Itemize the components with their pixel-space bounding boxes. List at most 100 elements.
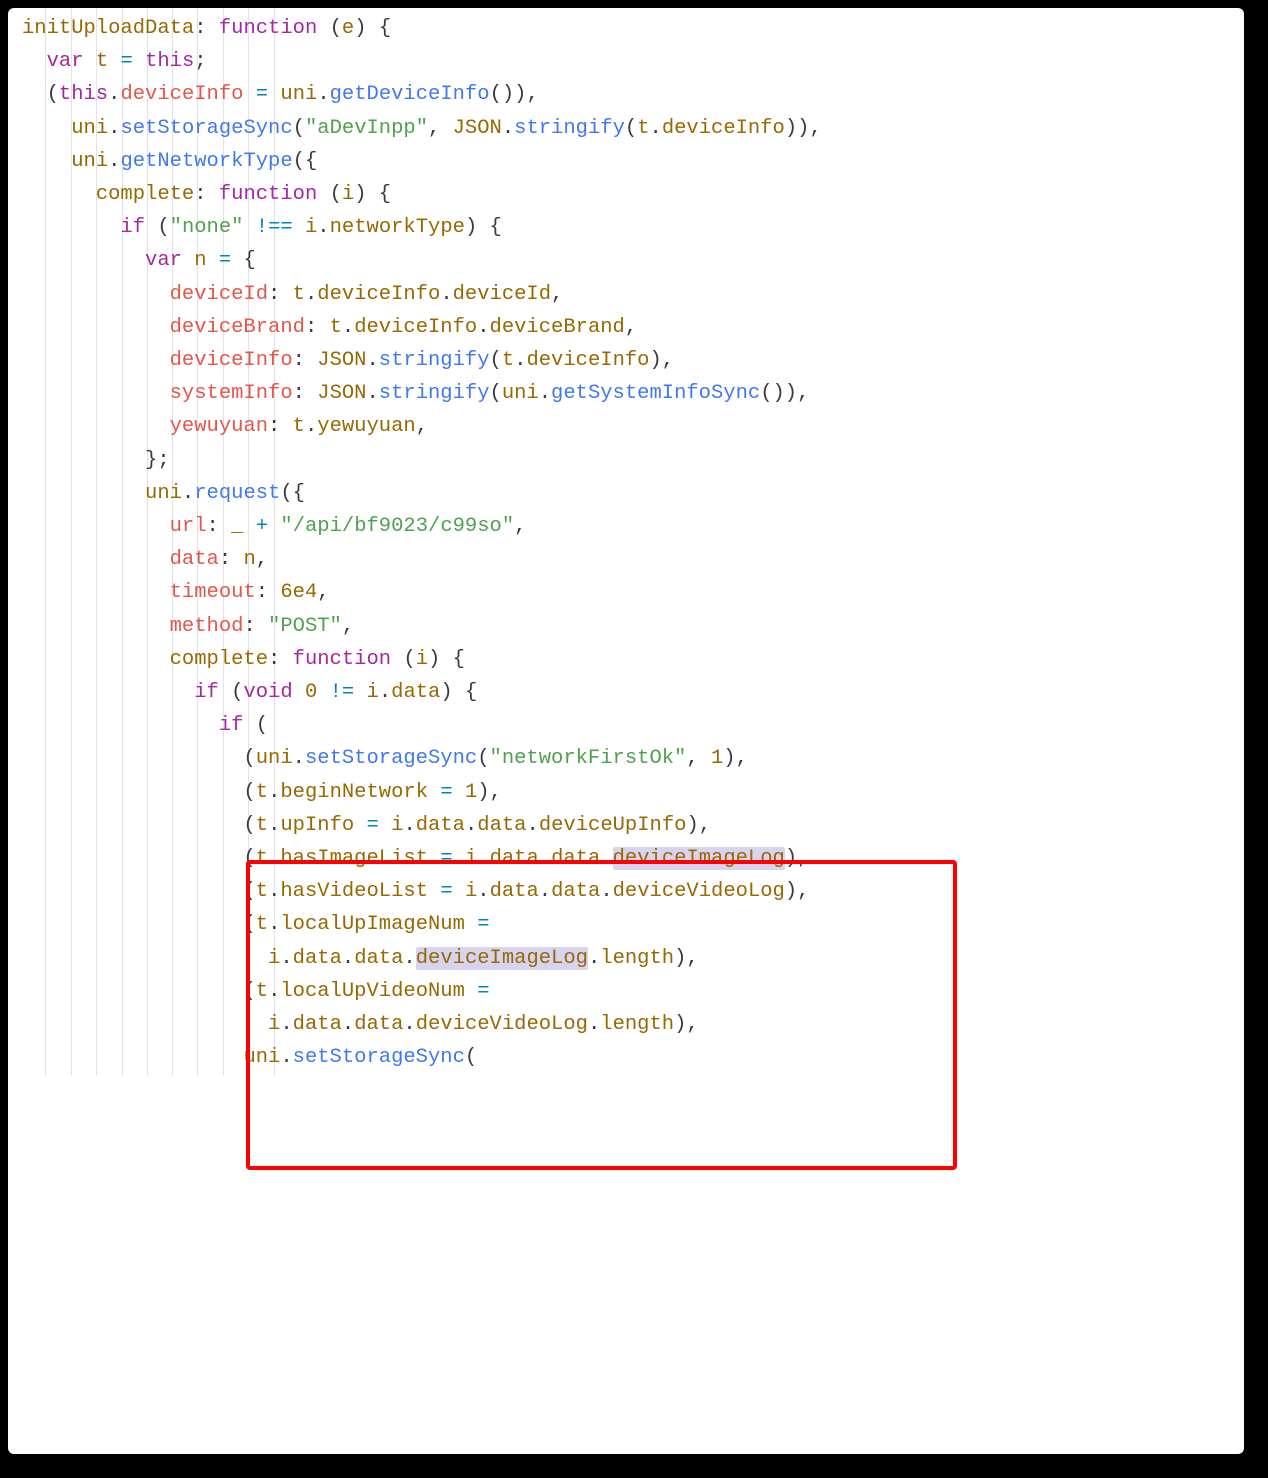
token-attr: deviceInfo — [662, 117, 785, 140]
code-line[interactable]: var n = { — [22, 244, 1236, 277]
token-pn: )), — [785, 117, 822, 140]
token-pn: ( — [22, 880, 256, 903]
code-line[interactable]: (t.hasImageList = i.data.data.deviceImag… — [22, 842, 1236, 875]
token-attr: data — [293, 947, 342, 970]
token-pn: . — [317, 83, 329, 106]
token-attr: t — [502, 349, 514, 372]
code-area[interactable]: initUploadData: function (e) { var t = t… — [8, 8, 1244, 1075]
token-attr: i — [367, 681, 379, 704]
token-pn — [22, 1013, 268, 1036]
token-prop: deviceBrand — [170, 316, 305, 339]
token-pn: ( — [490, 349, 502, 372]
token-pn — [428, 880, 440, 903]
token-attr: t — [256, 781, 268, 804]
token-pn: . — [366, 382, 378, 405]
token-pn — [293, 216, 305, 239]
token-kw: var — [47, 50, 84, 73]
token-pn — [22, 216, 120, 239]
code-line[interactable]: uni.request({ — [22, 477, 1236, 510]
code-line[interactable]: (t.hasVideoList = i.data.data.deviceVide… — [22, 875, 1236, 908]
token-pn: ( — [219, 681, 244, 704]
token-pn: ) — [354, 17, 366, 40]
token-pn — [317, 17, 329, 40]
code-line[interactable]: i.data.data.deviceVideoLog.length), — [22, 1008, 1236, 1041]
code-line[interactable]: timeout: 6e4, — [22, 576, 1236, 609]
token-pn: ()), — [760, 382, 809, 405]
token-pn: ( — [22, 913, 256, 936]
token-pn: ), — [785, 847, 810, 870]
code-line[interactable]: if ( — [22, 709, 1236, 742]
token-pn: . — [293, 747, 305, 770]
token-pn: : — [293, 382, 318, 405]
code-line[interactable]: if ("none" !== i.networkType) { — [22, 211, 1236, 244]
token-pn — [22, 515, 170, 538]
token-pn — [22, 349, 170, 372]
token-pn — [317, 681, 329, 704]
code-line[interactable]: url: _ + "/api/bf9023/c99so", — [22, 510, 1236, 543]
code-line[interactable]: i.data.data.deviceImageLog.length), — [22, 942, 1236, 975]
token-pn: . — [108, 117, 120, 140]
token-pn: . — [514, 349, 526, 372]
token-attr: uni — [243, 1046, 280, 1069]
token-pn — [22, 150, 71, 173]
code-line[interactable]: }; — [22, 444, 1236, 477]
token-kw: function — [219, 183, 317, 206]
code-line[interactable]: systemInfo: JSON.stringify(uni.getSystem… — [22, 377, 1236, 410]
token-pn: : — [207, 515, 232, 538]
token-prop: url — [170, 515, 207, 538]
token-pn — [453, 781, 465, 804]
code-line[interactable]: method: "POST", — [22, 610, 1236, 643]
code-line[interactable]: (this.deviceInfo = uni.getDeviceInfo()), — [22, 78, 1236, 111]
code-line[interactable]: var t = this; — [22, 45, 1236, 78]
token-pn: . — [268, 980, 280, 1003]
code-line[interactable]: deviceInfo: JSON.stringify(t.deviceInfo)… — [22, 344, 1236, 377]
code-line[interactable]: uni.getNetworkType({ — [22, 145, 1236, 178]
token-num: 1 — [465, 781, 477, 804]
token-attr: uni — [280, 83, 317, 106]
token-pn — [293, 681, 305, 704]
token-pn — [22, 382, 170, 405]
code-line[interactable]: complete: function (i) { — [22, 178, 1236, 211]
token-pn: ( — [465, 1046, 477, 1069]
token-attr: deviceVideoLog — [416, 1013, 588, 1036]
code-line[interactable]: (t.upInfo = i.data.data.deviceUpInfo), — [22, 809, 1236, 842]
code-line[interactable]: deviceBrand: t.deviceInfo.deviceBrand, — [22, 311, 1236, 344]
token-kw: if — [219, 714, 244, 737]
token-pn: ( — [22, 747, 256, 770]
code-line[interactable]: (uni.setStorageSync("networkFirstOk", 1)… — [22, 742, 1236, 775]
token-pn: ( — [145, 216, 170, 239]
code-line[interactable]: (t.beginNetwork = 1), — [22, 776, 1236, 809]
code-line[interactable]: complete: function (i) { — [22, 643, 1236, 676]
token-attr: n — [243, 548, 255, 571]
token-pn — [22, 714, 219, 737]
token-attr: JSON — [317, 382, 366, 405]
token-pn — [22, 581, 170, 604]
token-fn: stringify — [514, 117, 625, 140]
token-pn: : — [219, 548, 244, 571]
token-num: 1 — [711, 747, 723, 770]
token-pn: , — [625, 316, 637, 339]
code-line[interactable]: data: n, — [22, 543, 1236, 576]
token-pn: , — [342, 615, 354, 638]
token-pn: : — [194, 183, 219, 206]
token-prop: yewuyuan — [170, 415, 268, 438]
code-line[interactable]: uni.setStorageSync("aDevInpp", JSON.stri… — [22, 112, 1236, 145]
token-pn: . — [342, 316, 354, 339]
token-kw: function — [219, 17, 317, 40]
token-pn: ({ — [293, 150, 318, 173]
token-attr: e — [342, 17, 354, 40]
code-line[interactable]: if (void 0 != i.data) { — [22, 676, 1236, 709]
code-line[interactable]: uni.setStorageSync( — [22, 1041, 1236, 1074]
token-pn: . — [477, 847, 489, 870]
token-op: !== — [256, 216, 293, 239]
token-pn: , — [686, 747, 711, 770]
token-attr: t — [256, 880, 268, 903]
code-line[interactable]: (t.localUpImageNum = — [22, 908, 1236, 941]
code-line[interactable]: deviceId: t.deviceInfo.deviceId, — [22, 278, 1236, 311]
code-line[interactable]: (t.localUpVideoNum = — [22, 975, 1236, 1008]
code-line[interactable]: initUploadData: function (e) { — [22, 12, 1236, 45]
token-attr: _ — [231, 515, 243, 538]
code-line[interactable]: yewuyuan: t.yewuyuan, — [22, 410, 1236, 443]
token-attr: i — [465, 880, 477, 903]
code-editor-frame: initUploadData: function (e) { var t = t… — [0, 0, 1252, 1462]
